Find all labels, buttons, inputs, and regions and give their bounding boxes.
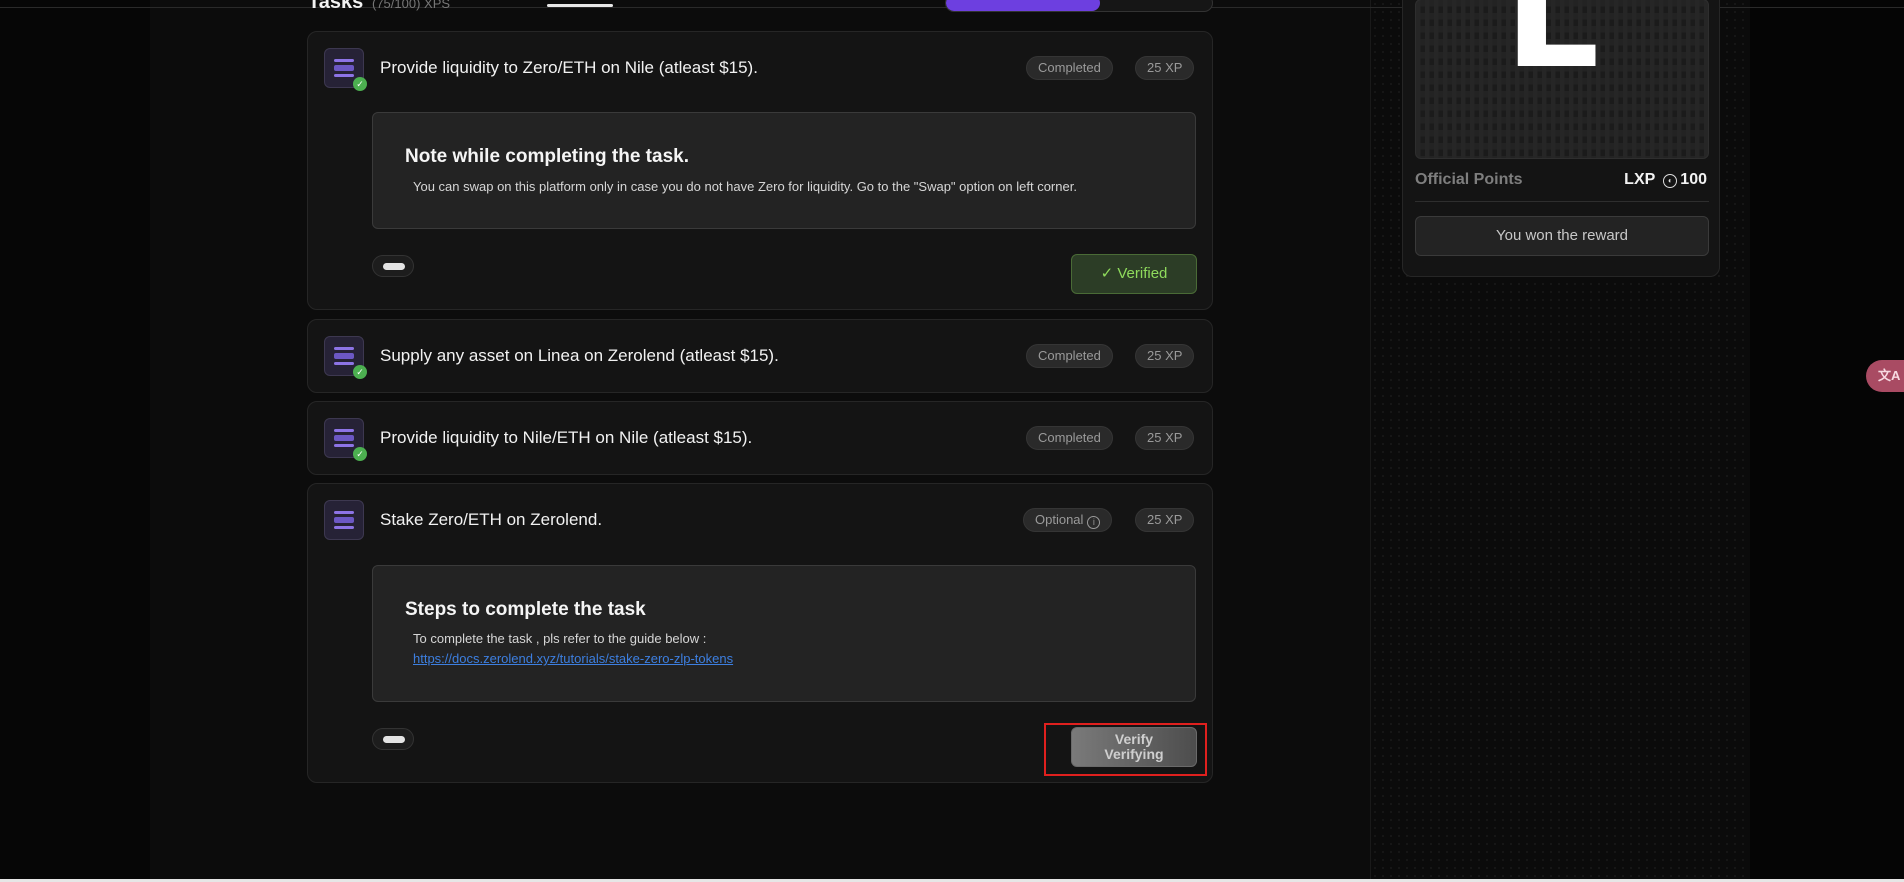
coin-icon: ◐	[1663, 174, 1678, 188]
highlight-box	[1044, 723, 1207, 776]
check-badge-icon: ✓	[353, 77, 367, 91]
task-note-box: Note while completing the task. You can …	[372, 112, 1196, 229]
status-badge: Completed	[1026, 344, 1113, 368]
xp-badge: 25 XP	[1135, 56, 1195, 80]
note-text: You can swap on this platform only in ca…	[413, 179, 1077, 194]
translate-icon[interactable]: 文A	[1866, 360, 1904, 392]
steps-text: To complete the task , pls refer to the …	[413, 631, 707, 646]
task-list-icon: ✓	[324, 48, 367, 91]
collapse-toggle[interactable]	[372, 255, 414, 277]
collapse-toggle[interactable]	[372, 728, 414, 750]
nft-image: L	[1415, 0, 1709, 159]
task-title: Provide liquidity to Nile/ETH on Nile (a…	[380, 428, 753, 447]
check-badge-icon: ✓	[353, 447, 367, 461]
task-title: Supply any asset on Linea on Zerolend (a…	[380, 346, 779, 365]
guide-link[interactable]: https://docs.zerolend.xyz/tutorials/stak…	[413, 651, 733, 666]
points-label: Official Points	[1415, 171, 1523, 188]
divider	[1415, 201, 1709, 202]
nft-letter: L	[1504, 0, 1600, 102]
task-list-icon: ✓	[324, 418, 367, 461]
points-unit: LXP	[1624, 171, 1656, 188]
verified-button[interactable]: ✓ Verified	[1071, 254, 1197, 294]
tasks-heading: Tasks	[308, 0, 364, 13]
points-amount: 100	[1680, 171, 1707, 188]
note-title: Note while completing the task.	[405, 146, 689, 167]
task-list-icon: ✓	[324, 336, 367, 379]
xp-badge: 25 XP	[1135, 344, 1195, 368]
status-badge: Completed	[1026, 426, 1113, 450]
xp-badge: 25 XP	[1135, 426, 1195, 450]
points-value: LXP ◐ 100	[1624, 171, 1707, 189]
left-background	[0, 0, 150, 882]
active-tab-indicator	[547, 4, 613, 7]
check-badge-icon: ✓	[353, 365, 367, 379]
task-steps-box: Steps to complete the task To complete t…	[372, 565, 1196, 702]
reward-card: L Official Points LXP ◐ 100 You won the re…	[1402, 0, 1720, 277]
optional-label: Optional	[1035, 512, 1084, 527]
tasks-xp-count: (75/100) XPS	[372, 0, 451, 11]
steps-title: Steps to complete the task	[405, 599, 646, 620]
info-icon[interactable]: i	[1087, 516, 1101, 529]
task-title: Provide liquidity to Zero/ETH on Nile (a…	[380, 58, 758, 77]
status-badge: Completed	[1026, 56, 1113, 80]
xp-progress-fill	[946, 0, 1101, 11]
task-card: ✓ Provide liquidity to Zero/ETH on Nile …	[307, 31, 1213, 310]
task-card[interactable]: ✓ Provide liquidity to Nile/ETH on Nile …	[307, 401, 1213, 475]
task-card[interactable]: ✓ Supply any asset on Linea on Zerolend …	[307, 319, 1213, 393]
task-list-icon	[324, 500, 364, 540]
xp-progress-bar	[945, 0, 1213, 12]
xp-badge: 25 XP	[1135, 508, 1195, 532]
optional-badge[interactable]: Optional i	[1023, 508, 1113, 532]
task-title: Stake Zero/ETH on Zerolend.	[380, 510, 603, 529]
reward-button[interactable]: You won the reward	[1415, 216, 1709, 256]
